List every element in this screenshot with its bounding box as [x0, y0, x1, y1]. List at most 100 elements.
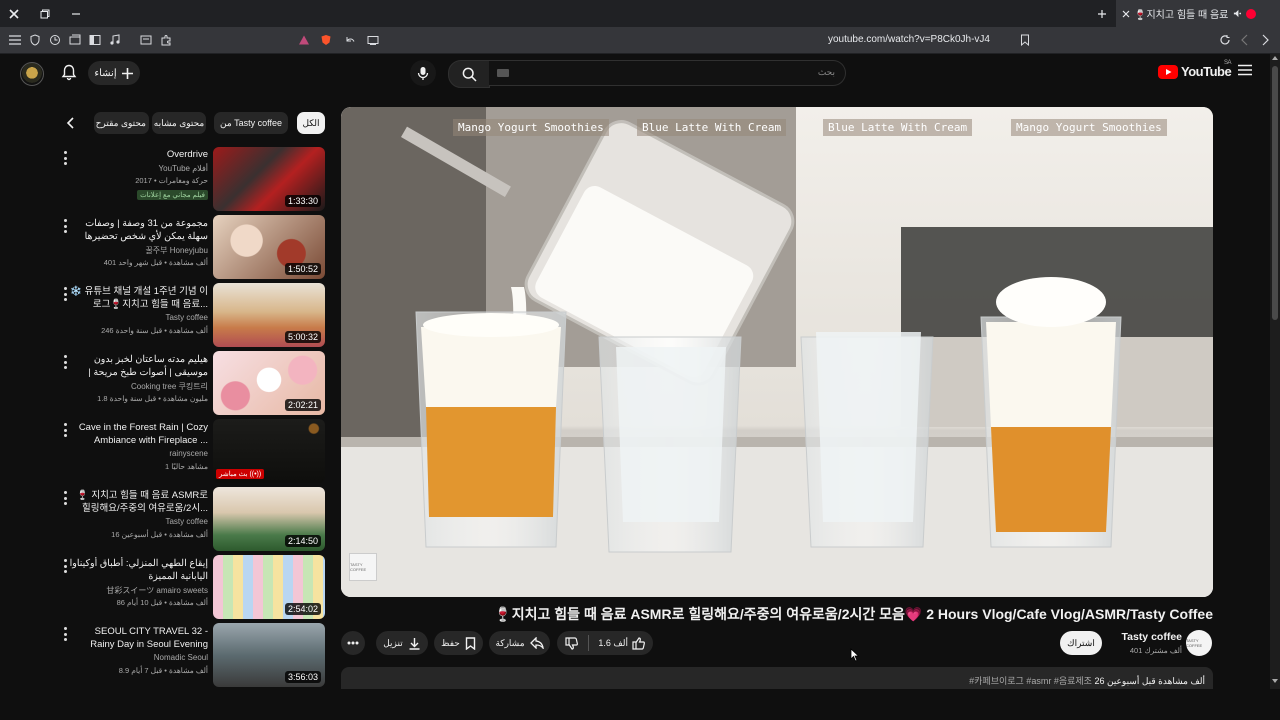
- scroll-down-icon[interactable]: [1270, 679, 1280, 687]
- description-box[interactable]: #카페브이로그 #asmr #음료제조 26 ألف مشاهدة قبل أس…: [341, 667, 1213, 689]
- description-tags[interactable]: #카페브이로그 #asmr #음료제조: [969, 676, 1092, 686]
- undo-icon[interactable]: [342, 32, 358, 48]
- history-icon[interactable]: [47, 32, 63, 48]
- voice-search-button[interactable]: [410, 60, 436, 86]
- search-button[interactable]: [448, 60, 490, 88]
- menu-icon[interactable]: [7, 32, 23, 48]
- keyboard-icon[interactable]: [497, 69, 509, 77]
- list-item[interactable]: Cave in the Forest Rain | Cozy Ambiance …: [60, 419, 328, 485]
- search-input[interactable]: بحث: [489, 60, 846, 86]
- list-item[interactable]: ❄️ 유튜브 채널 개설 1주년 기념 이로그🍷지치고 힘들 때 음료... T…: [60, 283, 328, 349]
- microphone-icon: [417, 66, 429, 81]
- channel-name[interactable]: Nomadic Seoul: [58, 653, 208, 662]
- video-title[interactable]: مجموعة من 31 وصفة | وصفات سهلة يمكن لأي …: [68, 217, 208, 243]
- browser-tab-bar: 🍷지치고 힘들 때 음료 ASMR: [0, 0, 1280, 27]
- guide-menu-icon[interactable]: [1238, 64, 1252, 76]
- chips-scroll-left-icon[interactable]: [66, 117, 75, 129]
- video-title[interactable]: Cave in the Forest Rain | Cozy Ambiance …: [68, 421, 208, 447]
- sidebar-icon[interactable]: [87, 32, 103, 48]
- video-player[interactable]: Mango Yogurt Smoothies Blue Latte With C…: [341, 107, 1213, 597]
- youtube-logo[interactable]: YouTube SA: [1158, 60, 1232, 79]
- vpn-triangle-icon[interactable]: [296, 32, 312, 48]
- video-thumbnail[interactable]: 5:00:32: [213, 283, 325, 347]
- cast-icon[interactable]: [365, 32, 381, 48]
- video-thumbnail[interactable]: بث مباشر ((•)): [213, 419, 325, 483]
- video-thumbnail[interactable]: 2:02:21: [213, 351, 325, 415]
- channel-name[interactable]: Tasty coffee: [58, 517, 208, 526]
- video-title[interactable]: 🍷 지치고 힘들 때 음료 ASMR로 힐링해요/주중의 여유로움/2시...: [68, 489, 208, 515]
- chip-related[interactable]: محتوى مشابه: [152, 112, 206, 134]
- mouse-cursor-icon: [850, 648, 860, 662]
- extensions-icon[interactable]: [158, 32, 174, 48]
- video-thumbnail[interactable]: 3:56:03: [213, 623, 325, 687]
- tab-audio-icon[interactable]: [1233, 9, 1242, 18]
- save-button[interactable]: حفظ: [434, 631, 483, 655]
- video-title[interactable]: إيقاع الطهي المنزلي: أطباق أوكيناوا اليا…: [68, 557, 208, 583]
- list-item[interactable]: مجموعة من 31 وصفة | وصفات سهلة يمكن لأي …: [60, 215, 328, 281]
- list-item[interactable]: SEOUL CITY TRAVEL 32 - Rainy Day in Seou…: [60, 623, 328, 689]
- chip-recommended[interactable]: محتوى مقترح: [94, 112, 149, 134]
- chip-all[interactable]: الكل: [297, 112, 325, 134]
- dislike-button[interactable]: [565, 636, 578, 650]
- video-title[interactable]: ❄️ 유튜브 채널 개설 1주년 기념 이로그🍷지치고 힘들 때 음료...: [68, 285, 208, 311]
- channel-avatar[interactable]: TASTY COFFEE: [1186, 630, 1212, 656]
- screenshot-icon[interactable]: [138, 32, 154, 48]
- download-button[interactable]: تنزيل: [376, 631, 428, 655]
- create-button[interactable]: إنشاء: [88, 61, 140, 85]
- reload-icon[interactable]: [1217, 32, 1233, 48]
- list-item[interactable]: Overdrive YouTube أفلام حركة ومغامرات • …: [60, 147, 328, 213]
- scrollbar-thumb[interactable]: [1272, 66, 1278, 320]
- list-item[interactable]: هيليم مدته ساعتان لخبز بدون موسيقى | أصو…: [60, 351, 328, 417]
- list-item[interactable]: إيقاع الطهي المنزلي: أطباق أوكيناوا اليا…: [60, 555, 328, 621]
- channel-name[interactable]: 甘彩スイーツ amairo sweets: [58, 585, 208, 596]
- chip-from-channel[interactable]: من Tasty coffee: [214, 112, 288, 134]
- channel-name[interactable]: 꿀주부 Honeyjubu: [58, 245, 208, 256]
- channel-name[interactable]: Cooking tree 쿠킹트리: [58, 381, 208, 392]
- video-meta: 86 ألف مشاهدة • قبل 10 أيام: [116, 598, 208, 607]
- shield-icon[interactable]: [27, 32, 43, 48]
- channel-watermark[interactable]: TASTY COFFEE: [349, 553, 377, 581]
- browser-tab[interactable]: 🍷지치고 힘들 때 음료 ASMR: [1116, 0, 1280, 27]
- close-window-icon[interactable]: [0, 0, 28, 27]
- forward-arrow-icon[interactable]: [1257, 32, 1273, 48]
- brave-shield-icon[interactable]: [318, 32, 334, 48]
- video-thumbnail[interactable]: 1:33:30: [213, 147, 325, 211]
- video-meta: 16 ألف مشاهدة • قبل أسبوعين: [111, 530, 208, 539]
- tabs-icon[interactable]: [67, 32, 83, 48]
- account-avatar[interactable]: [20, 62, 44, 86]
- video-title[interactable]: SEOUL CITY TRAVEL 32 - Rainy Day in Seou…: [68, 625, 208, 651]
- new-tab-icon[interactable]: [1088, 0, 1116, 27]
- channel-name[interactable]: rainyscene: [58, 449, 208, 458]
- channel-name[interactable]: Tasty coffee: [58, 313, 208, 322]
- share-button[interactable]: مشاركة: [489, 631, 550, 655]
- like-button[interactable]: 1.6 ألف: [598, 636, 645, 650]
- channel-name[interactable]: YouTube أفلام: [58, 164, 208, 173]
- video-title[interactable]: Overdrive: [68, 148, 208, 161]
- back-arrow-icon[interactable]: [1237, 32, 1253, 48]
- filter-chips: محتوى مقترح محتوى مشابه من Tasty coffee …: [60, 112, 330, 136]
- minimize-window-icon[interactable]: [62, 0, 90, 27]
- more-actions-button[interactable]: [341, 631, 365, 655]
- tab-close-icon[interactable]: [1122, 10, 1130, 18]
- music-icon[interactable]: [107, 32, 123, 48]
- channel-name-main[interactable]: Tasty coffee: [1122, 631, 1183, 643]
- video-title[interactable]: هيليم مدته ساعتان لخبز بدون موسيقى | أصو…: [68, 353, 208, 379]
- video-duration: 2:02:21: [284, 399, 321, 411]
- share-label: مشاركة: [495, 637, 525, 648]
- notifications-bell-icon[interactable]: [61, 64, 77, 81]
- free-movie-badge: فيلم مجاني مع إعلانات: [137, 190, 208, 200]
- bottom-bar: [0, 689, 1280, 720]
- region-code: SA: [1224, 60, 1232, 66]
- video-duration: 2:14:50: [284, 535, 321, 547]
- video-thumbnail[interactable]: 1:50:52: [213, 215, 325, 279]
- video-thumbnail[interactable]: 2:14:50: [213, 487, 325, 551]
- video-duration: 5:00:32: [284, 331, 321, 343]
- drink-label-1: Mango Yogurt Smoothies: [453, 119, 609, 136]
- subscribe-button[interactable]: اشتراك: [1060, 631, 1102, 655]
- scroll-up-icon[interactable]: [1270, 56, 1280, 64]
- video-thumbnail[interactable]: 2:54:02: [213, 555, 325, 619]
- bookmark-icon[interactable]: [1017, 32, 1033, 48]
- list-item[interactable]: 🍷 지치고 힘들 때 음료 ASMR로 힐링해요/주중의 여유로움/2시... …: [60, 487, 328, 553]
- restore-window-icon[interactable]: [31, 0, 59, 27]
- address-bar[interactable]: youtube.com/watch?v=P8Ck0Jh-vJ4: [790, 32, 990, 48]
